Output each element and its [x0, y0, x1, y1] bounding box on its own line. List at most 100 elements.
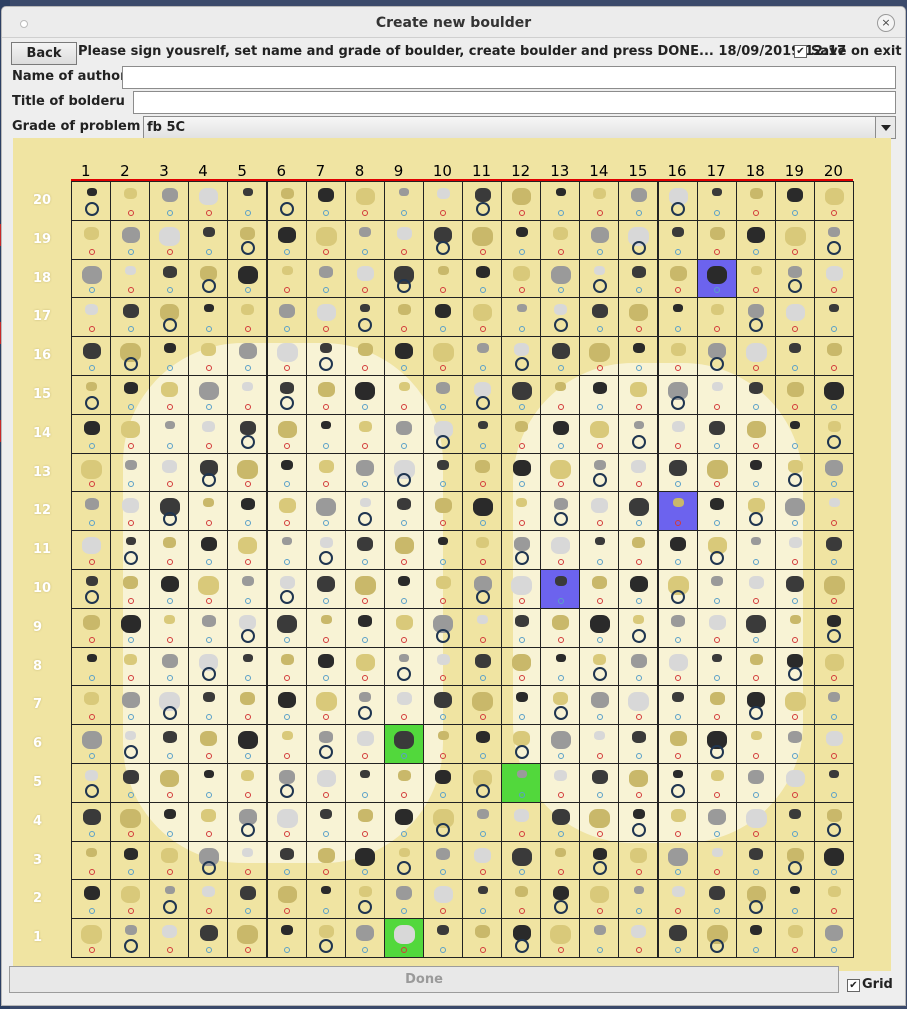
hold-cell[interactable]: [188, 530, 229, 570]
hold-cell[interactable]: [462, 646, 503, 687]
hold-cell[interactable]: [422, 258, 463, 299]
hold-cell[interactable]: [735, 840, 776, 881]
hold-cell[interactable]: [227, 297, 268, 338]
hold-cell[interactable]: [735, 375, 776, 415]
hold-cell[interactable]: [305, 336, 346, 376]
hold-cell[interactable]: [579, 452, 620, 493]
hold-cell[interactable]: [110, 413, 151, 454]
hold-cell[interactable]: [71, 375, 112, 415]
hold-cell[interactable]: [305, 801, 346, 842]
hold-cell[interactable]: [344, 879, 385, 920]
hold-cell[interactable]: [462, 297, 503, 338]
grade-select[interactable]: fb 5C: [143, 116, 896, 139]
hold-cell[interactable]: [774, 801, 815, 842]
hold-cell[interactable]: [383, 879, 424, 920]
hold-cell[interactable]: [344, 258, 385, 299]
hold-cell[interactable]: [422, 491, 463, 532]
hold-cell[interactable]: [813, 258, 854, 299]
hold-cell[interactable]: [266, 336, 307, 376]
hold-cell[interactable]: [149, 413, 190, 454]
hold-cell[interactable]: [266, 413, 307, 454]
hold-cell[interactable]: [501, 297, 542, 338]
hold-cell[interactable]: [774, 530, 815, 570]
hold-cell[interactable]: [149, 607, 190, 648]
hold-cell[interactable]: [735, 918, 776, 958]
title-bar[interactable]: Create new boulder ×: [2, 7, 905, 38]
hold-cell[interactable]: [540, 646, 581, 687]
hold-cell[interactable]: [813, 491, 854, 532]
hold-cell[interactable]: [110, 685, 151, 726]
hold-cell[interactable]: [110, 801, 151, 842]
hold-cell[interactable]: [462, 491, 503, 532]
hold-cell[interactable]: [305, 181, 346, 221]
hold-cell[interactable]: [696, 840, 737, 881]
hold-cell[interactable]: [149, 297, 190, 338]
hold-cell[interactable]: [110, 258, 151, 299]
hold-cell[interactable]: [266, 491, 307, 532]
hold-cell[interactable]: [227, 336, 268, 376]
hold-cell[interactable]: [266, 840, 307, 881]
hold-cell[interactable]: [266, 646, 307, 687]
hold-cell[interactable]: [422, 607, 463, 648]
hold-cell[interactable]: [696, 569, 737, 609]
hold-cell[interactable]: [383, 491, 424, 532]
hold-cell[interactable]: [735, 181, 776, 221]
hold-cell[interactable]: [266, 297, 307, 338]
hold-cell[interactable]: [344, 685, 385, 726]
hold-cell[interactable]: [227, 491, 268, 532]
hold-cell[interactable]: [71, 646, 112, 687]
hold-cell[interactable]: [149, 685, 190, 726]
hold-cell[interactable]: [774, 724, 815, 764]
hold-cell[interactable]: [618, 181, 659, 221]
hold-cell[interactable]: [540, 336, 581, 376]
hold-cell[interactable]: [618, 297, 659, 338]
hold-cell[interactable]: [657, 763, 698, 803]
hold-cell[interactable]: [813, 530, 854, 570]
hold-cell[interactable]: [266, 879, 307, 920]
hold-cell[interactable]: [422, 452, 463, 493]
hold-cell[interactable]: [579, 297, 620, 338]
hold-cell[interactable]: [305, 685, 346, 726]
hold-cell[interactable]: [188, 763, 229, 803]
hold-cell[interactable]: [383, 452, 424, 493]
hold-cell[interactable]: [657, 258, 698, 299]
hold-cell[interactable]: [540, 724, 581, 764]
hold-cell[interactable]: [110, 452, 151, 493]
hold-cell[interactable]: [344, 646, 385, 687]
hold-cell[interactable]: [540, 181, 581, 221]
hold-cell[interactable]: [579, 569, 620, 609]
hold-cell[interactable]: [813, 181, 854, 221]
hold-cell[interactable]: [227, 840, 268, 881]
hold-cell[interactable]: [813, 646, 854, 687]
hold-cell[interactable]: [71, 607, 112, 648]
hold-cell[interactable]: [696, 452, 737, 493]
hold-cell[interactable]: [696, 801, 737, 842]
hold-cell[interactable]: [579, 685, 620, 726]
hold-cell[interactable]: [501, 491, 542, 532]
hold-cell[interactable]: [149, 336, 190, 376]
hold-cell[interactable]: [657, 569, 698, 609]
hold-cell[interactable]: [696, 646, 737, 687]
hold-cell[interactable]: [305, 607, 346, 648]
hold-cell[interactable]: [266, 763, 307, 803]
hold-cell[interactable]: [149, 840, 190, 881]
hold-cell[interactable]: [618, 258, 659, 299]
hold-cell[interactable]: [344, 219, 385, 260]
hold-cell[interactable]: [735, 569, 776, 609]
hold-cell[interactable]: [149, 879, 190, 920]
hold-cell[interactable]: [735, 646, 776, 687]
hold-cell[interactable]: [383, 375, 424, 415]
hold-cell[interactable]: [110, 530, 151, 570]
hold-cell[interactable]: [462, 685, 503, 726]
hold-cell[interactable]: [774, 685, 815, 726]
hold-cell[interactable]: [774, 879, 815, 920]
hold-cell[interactable]: [71, 879, 112, 920]
hold-cell[interactable]: [813, 763, 854, 803]
hold-cell[interactable]: [383, 413, 424, 454]
hold-cell[interactable]: [774, 258, 815, 299]
hold-cell[interactable]: [774, 219, 815, 260]
hold-cell[interactable]: [266, 801, 307, 842]
hold-cell[interactable]: [462, 181, 503, 221]
hold-cell[interactable]: [696, 530, 737, 570]
hold-cell[interactable]: [501, 840, 542, 881]
